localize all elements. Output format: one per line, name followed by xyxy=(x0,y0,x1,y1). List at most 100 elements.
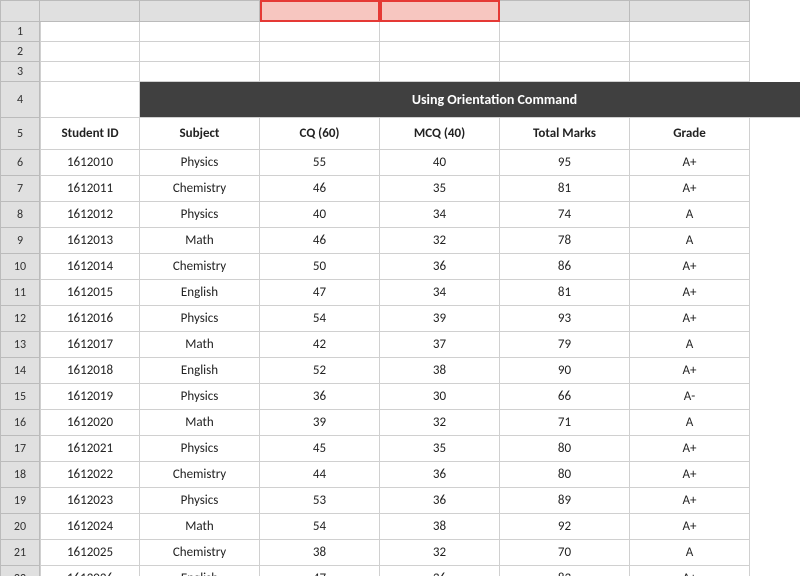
student-id-cell: 1612025 xyxy=(40,540,140,566)
row-number-19: 19 xyxy=(0,488,40,514)
cq-cell: 47 xyxy=(260,566,380,576)
empty-cell xyxy=(140,22,260,42)
mcq-cell: 36 xyxy=(380,254,500,280)
empty-cell xyxy=(630,62,750,82)
student-id-cell: 1612015 xyxy=(40,280,140,306)
grade-cell: A+ xyxy=(630,566,750,576)
student-id-cell: 1612023 xyxy=(40,488,140,514)
cq-cell: 53 xyxy=(260,488,380,514)
mcq-cell: 36 xyxy=(380,488,500,514)
empty-cell xyxy=(260,42,380,62)
subject-cell: Physics xyxy=(140,488,260,514)
data-row: 1612021Physics453580A+ xyxy=(40,436,800,462)
data-row: 1612015English473481A+ xyxy=(40,280,800,306)
empty-cell xyxy=(260,62,380,82)
col-header-f[interactable] xyxy=(500,0,630,22)
student-id-cell: 1612013 xyxy=(40,228,140,254)
mcq-cell: 34 xyxy=(380,280,500,306)
cq-cell: 38 xyxy=(260,540,380,566)
subject-cell: Physics xyxy=(140,202,260,228)
cq-cell: 39 xyxy=(260,410,380,436)
row-number-9: 9 xyxy=(0,228,40,254)
col-header-b[interactable] xyxy=(40,0,140,22)
total-marks-cell: 66 xyxy=(500,384,630,410)
header-cell-mcq: MCQ (40) xyxy=(380,118,500,150)
subject-cell: Math xyxy=(140,410,260,436)
total-marks-cell: 90 xyxy=(500,358,630,384)
cq-cell: 40 xyxy=(260,202,380,228)
grade-cell: A+ xyxy=(630,254,750,280)
grade-cell: A+ xyxy=(630,488,750,514)
row-number-20: 20 xyxy=(0,514,40,540)
total-marks-cell: 92 xyxy=(500,514,630,540)
row-number-3: 3 xyxy=(0,62,40,82)
grade-cell: A+ xyxy=(630,280,750,306)
col-header-g[interactable] xyxy=(630,0,750,22)
total-marks-cell: 78 xyxy=(500,228,630,254)
data-row: 1612026English473683A+ xyxy=(40,566,800,576)
cq-cell: 42 xyxy=(260,332,380,358)
grade-cell: A+ xyxy=(630,514,750,540)
row-number-21: 21 xyxy=(0,540,40,566)
cq-cell: 55 xyxy=(260,150,380,176)
total-marks-cell: 89 xyxy=(500,488,630,514)
row-number-11: 11 xyxy=(0,280,40,306)
mcq-cell: 38 xyxy=(380,358,500,384)
mcq-cell: 32 xyxy=(380,228,500,254)
total-marks-cell: 83 xyxy=(500,566,630,576)
col-header-d[interactable] xyxy=(260,0,380,22)
student-id-cell: 1612018 xyxy=(40,358,140,384)
data-row: 1612025Chemistry383270A xyxy=(40,540,800,566)
row-number-13: 13 xyxy=(0,332,40,358)
header-cell-studentId: Student ID xyxy=(40,118,140,150)
cq-cell: 36 xyxy=(260,384,380,410)
data-row: 1612020Math393271A xyxy=(40,410,800,436)
row-number-2: 2 xyxy=(0,42,40,62)
student-id-cell: 1612022 xyxy=(40,462,140,488)
col-header-c[interactable] xyxy=(140,0,260,22)
mcq-cell: 30 xyxy=(380,384,500,410)
data-row: 1612010Physics554095A+ xyxy=(40,150,800,176)
grade-cell: A+ xyxy=(630,436,750,462)
mcq-cell: 32 xyxy=(380,540,500,566)
row-number-16: 16 xyxy=(0,410,40,436)
data-row: 1612017Math423779A xyxy=(40,332,800,358)
cq-cell: 46 xyxy=(260,228,380,254)
grade-cell: A xyxy=(630,202,750,228)
subject-cell: Physics xyxy=(140,306,260,332)
cq-cell: 45 xyxy=(260,436,380,462)
row-number-8: 8 xyxy=(0,202,40,228)
empty-row xyxy=(40,22,800,42)
empty-cell xyxy=(40,42,140,62)
mcq-cell: 38 xyxy=(380,514,500,540)
total-marks-cell: 71 xyxy=(500,410,630,436)
cq-cell: 54 xyxy=(260,514,380,540)
column-headers xyxy=(0,0,800,22)
data-row: 1612019Physics363066A- xyxy=(40,384,800,410)
row-number-1: 1 xyxy=(0,22,40,42)
subject-cell: Chemistry xyxy=(140,254,260,280)
grade-cell: A+ xyxy=(630,176,750,202)
grade-cell: A xyxy=(630,332,750,358)
grade-cell: A+ xyxy=(630,150,750,176)
student-id-cell: 1612019 xyxy=(40,384,140,410)
mcq-cell: 35 xyxy=(380,176,500,202)
col-header-e[interactable] xyxy=(380,0,500,22)
subject-cell: Math xyxy=(140,228,260,254)
mcq-cell: 36 xyxy=(380,462,500,488)
subject-cell: Physics xyxy=(140,150,260,176)
empty-cell xyxy=(140,62,260,82)
subject-cell: Physics xyxy=(140,384,260,410)
mcq-cell: 34 xyxy=(380,202,500,228)
body-area: 1234567891011121314151617181920212223242… xyxy=(0,22,800,576)
total-marks-cell: 93 xyxy=(500,306,630,332)
total-marks-cell: 81 xyxy=(500,176,630,202)
subject-cell: English xyxy=(140,566,260,576)
total-marks-cell: 80 xyxy=(500,462,630,488)
empty-row xyxy=(40,42,800,62)
total-marks-cell: 70 xyxy=(500,540,630,566)
cq-cell: 52 xyxy=(260,358,380,384)
mcq-cell: 32 xyxy=(380,410,500,436)
empty-cell xyxy=(380,62,500,82)
header-cell-cq: CQ (60) xyxy=(260,118,380,150)
